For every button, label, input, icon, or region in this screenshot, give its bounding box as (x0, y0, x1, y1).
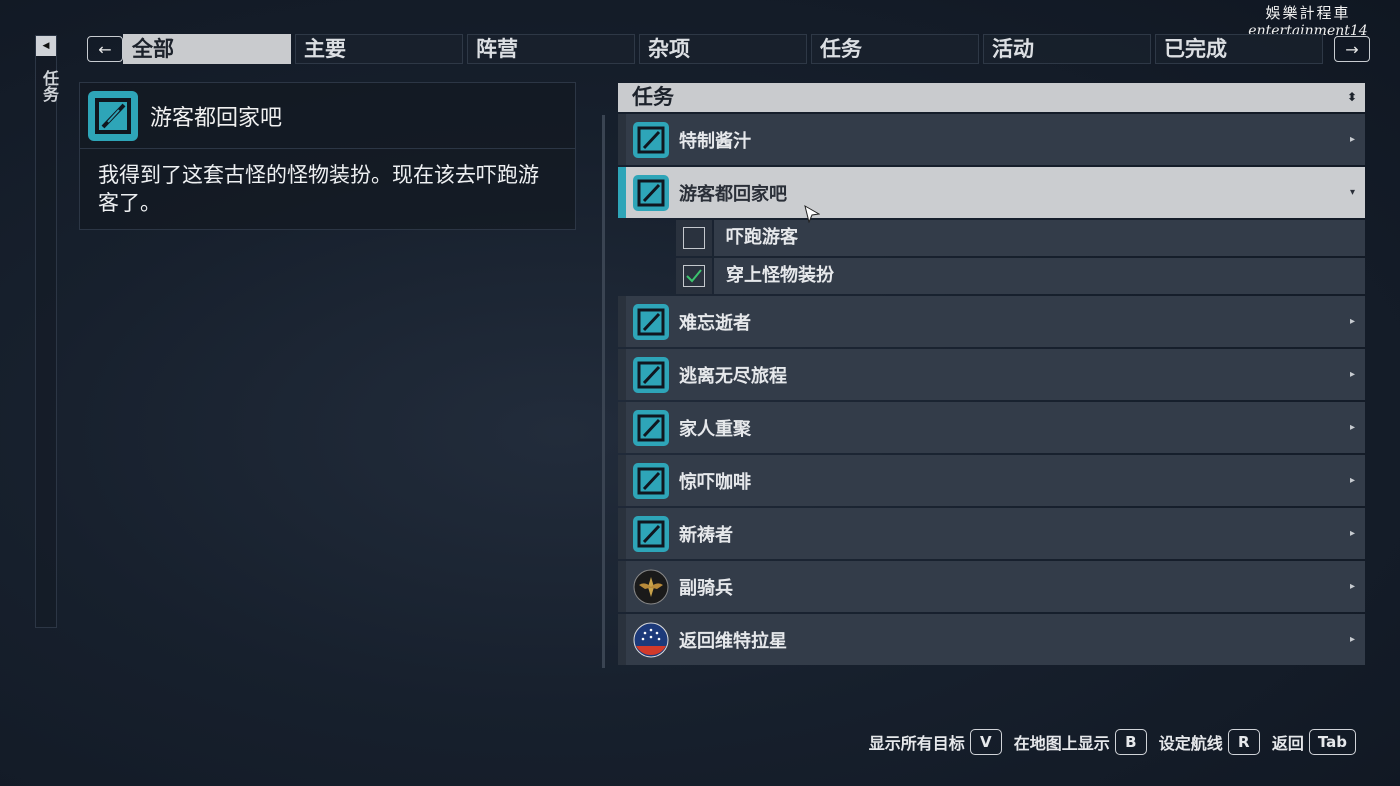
check-icon (686, 269, 702, 283)
quest-detail-title: 游客都回家吧 (150, 105, 283, 131)
chevron-right-icon: ▸ (1349, 422, 1355, 433)
eagle-emblem-icon (633, 569, 669, 605)
hint-set-course[interactable]: 设定航线 R (1159, 729, 1260, 755)
tab-activity[interactable]: 活动 (983, 34, 1151, 64)
side-rail: ◀ 任务 (35, 35, 59, 628)
key-badge: R (1227, 729, 1260, 755)
quest-icon (633, 121, 669, 158)
hint-back[interactable]: 返回 Tab (1272, 729, 1356, 755)
watermark-line1: 娛樂計程車 (1265, 4, 1351, 22)
hint-label: 返回 (1271, 734, 1304, 753)
tab-main[interactable]: 主要 (295, 34, 463, 64)
chevron-right-icon: ▸ (1349, 316, 1355, 327)
quest-icon (633, 515, 669, 552)
quest-detail-description: 我得到了这套古怪的怪物装扮。现在该去吓跑游客了。 (98, 163, 539, 215)
side-rail-label: 任务 (40, 70, 59, 102)
chevron-right-icon: ▸ (1349, 475, 1355, 486)
key-badge: V (969, 729, 1002, 755)
constellation-emblem-icon (633, 622, 669, 658)
hint-label: 设定航线 (1158, 734, 1223, 753)
tab-misc[interactable]: 杂项 (639, 34, 807, 64)
mouse-cursor-icon (804, 205, 820, 223)
quest-label: 逃离无尽旅程 (679, 365, 787, 387)
hint-label: 在地图上显示 (1013, 734, 1110, 753)
sort-icon[interactable]: ⬍ (1347, 83, 1357, 112)
quest-icon (633, 356, 669, 393)
key-badge: B (1114, 729, 1147, 755)
hint-show-on-map[interactable]: 在地图上显示 B (1014, 729, 1147, 755)
objective-row[interactable]: 穿上怪物装扮 (676, 258, 1365, 294)
category-tabs: 全部 主要 阵营 杂项 任务 活动 已完成 (123, 34, 1323, 64)
chevron-right-icon: ▸ (1349, 369, 1355, 380)
quest-icon (633, 174, 669, 211)
tab-faction[interactable]: 阵营 (467, 34, 635, 64)
quest-row[interactable]: 逃离无尽旅程 ▸ (618, 349, 1365, 400)
quest-row[interactable]: 副骑兵 ▸ (618, 561, 1365, 612)
prev-tab-button[interactable]: ← (87, 36, 123, 62)
quest-row[interactable]: 家人重聚 ▸ (618, 402, 1365, 453)
objective-label: 吓跑游客 (714, 220, 1365, 256)
next-tab-button[interactable]: → (1334, 36, 1370, 62)
objective-row[interactable]: 吓跑游客 (676, 220, 1365, 256)
chevron-right-icon: ▸ (1349, 528, 1355, 539)
hint-show-all-objectives[interactable]: 显示所有目标 V (869, 729, 1002, 755)
panel-scrollbar[interactable] (602, 115, 605, 668)
quest-row[interactable]: 惊吓咖啡 ▸ (618, 455, 1365, 506)
quest-list-header[interactable]: 任务 ⬍ (618, 83, 1365, 112)
quest-row[interactable]: 返回维特拉星 ▸ (618, 614, 1365, 665)
quest-label: 特制酱汁 (679, 130, 751, 152)
quest-icon (88, 90, 138, 141)
tab-all[interactable]: 全部 (123, 34, 291, 64)
quest-row[interactable]: 新祷者 ▸ (618, 508, 1365, 559)
chevron-right-icon: ▸ (1349, 134, 1355, 145)
quest-label: 游客都回家吧 (679, 183, 787, 205)
quest-icon (633, 462, 669, 499)
quest-icon (633, 303, 669, 340)
quest-icon (633, 409, 669, 446)
quest-row-selected[interactable]: 游客都回家吧 ▾ (618, 167, 1365, 218)
chevron-right-icon: ▸ (1349, 634, 1355, 645)
hint-label: 显示所有目标 (868, 734, 965, 753)
objective-checkbox-checked[interactable] (683, 265, 705, 287)
quest-label: 家人重聚 (679, 418, 751, 440)
quest-list: 特制酱汁 ▸ 游客都回家吧 ▾ 吓跑游客 穿上怪物装扮 难忘逝者 ▸ 逃离无尽旅… (618, 114, 1365, 667)
quest-row[interactable]: 难忘逝者 ▸ (618, 296, 1365, 347)
tab-mission[interactable]: 任务 (811, 34, 979, 64)
quest-label: 副骑兵 (679, 577, 733, 599)
objective-checkbox[interactable] (683, 227, 705, 249)
quest-list-header-label: 任务 (632, 85, 674, 109)
quest-label: 新祷者 (679, 524, 733, 546)
collapse-rail-button[interactable]: ◀ (36, 36, 56, 56)
footer-hints: 显示所有目标 V 在地图上显示 B 设定航线 R 返回 Tab (857, 729, 1356, 755)
quest-label: 返回维特拉星 (679, 630, 787, 652)
quest-row[interactable]: 特制酱汁 ▸ (618, 114, 1365, 165)
objective-label: 穿上怪物装扮 (714, 258, 1365, 294)
quest-detail-card: 游客都回家吧 我得到了这套古怪的怪物装扮。现在该去吓跑游客了。 (79, 82, 576, 230)
chevron-down-icon: ▾ (1349, 187, 1355, 198)
quest-label: 惊吓咖啡 (679, 471, 751, 493)
tab-completed[interactable]: 已完成 (1155, 34, 1323, 64)
key-badge: Tab (1308, 729, 1356, 755)
quest-label: 难忘逝者 (679, 312, 751, 334)
chevron-right-icon: ▸ (1349, 581, 1355, 592)
